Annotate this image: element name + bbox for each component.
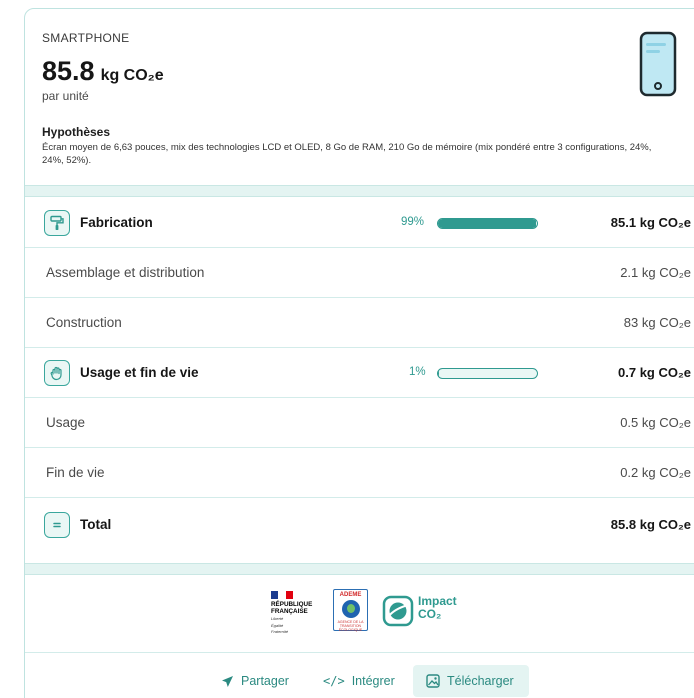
row-assemblage: Assemblage et distribution 2.1 kg CO₂e — [25, 248, 694, 298]
ademe-name: ADEME — [339, 592, 362, 598]
footprint-card: SMARTPHONE 85.8 kg CO₂e par unité Hypoth… — [24, 8, 694, 698]
rf-motto-1: Liberté — [271, 616, 284, 621]
equals-icon — [44, 512, 70, 538]
hypotheses-title: Hypothèses — [42, 125, 111, 139]
row-label: Fabrication — [80, 215, 153, 230]
hand-icon — [44, 360, 70, 386]
row-usage: Usage 0.5 kg CO₂e — [25, 398, 694, 448]
globe-icon — [341, 600, 360, 618]
row-value: 85.1 kg CO₂e — [610, 215, 691, 230]
row-total: Total 85.8 kg CO₂e — [25, 502, 694, 550]
row-label: Assemblage et distribution — [46, 265, 205, 280]
row-label: Total — [80, 517, 112, 532]
section-divider — [25, 563, 694, 575]
total-value: 85.8 — [42, 56, 95, 86]
partner-logos: RÉPUBLIQUE FRANÇAISE Liberté Égalité Fra… — [25, 575, 694, 653]
embed-button[interactable]: </> Intégrer — [310, 665, 408, 697]
row-value: 0.7 kg CO₂e — [618, 365, 691, 380]
republique-francaise-logo: RÉPUBLIQUE FRANÇAISE Liberté Égalité Fra… — [271, 591, 323, 634]
rf-motto-2: Égalité — [271, 622, 284, 628]
smartphone-icon — [639, 31, 677, 97]
download-button[interactable]: Télécharger — [413, 665, 529, 697]
total-footprint: 85.8 kg CO₂e — [42, 56, 164, 87]
rf-motto-3: Fraternité — [271, 629, 289, 634]
code-icon: </> — [323, 674, 345, 688]
row-fin-de-vie: Fin de vie 0.2 kg CO₂e — [25, 448, 694, 498]
row-percent: 1% — [409, 366, 426, 378]
row-fabrication: Fabrication 99% 85.1 kg CO₂e — [25, 198, 694, 248]
progress-bar — [437, 218, 538, 229]
progress-fill — [438, 369, 439, 378]
progress-fill — [438, 219, 536, 228]
total-unit: kg CO₂e — [100, 67, 164, 84]
impact-co2-logo-icon — [382, 595, 414, 627]
ademe-logo: ADEME AGENCE DE LA TRANSITION ÉCOLOGIQUE — [333, 589, 368, 632]
send-icon — [222, 675, 233, 687]
download-label: Télécharger — [447, 674, 514, 688]
row-label: Construction — [46, 315, 122, 330]
row-value: 0.2 kg CO₂e — [620, 465, 691, 480]
impact-line-2: CO₂ — [418, 607, 442, 621]
card-footer: Partager </> Intégrer Télécharger — [25, 653, 694, 698]
row-value: 85.8 kg CO₂e — [610, 517, 691, 532]
image-icon — [426, 674, 440, 688]
row-usage-fin-de-vie: Usage et fin de vie 1% 0.7 kg CO₂e — [25, 348, 694, 398]
device-category: SMARTPHONE — [42, 31, 130, 45]
section-divider — [25, 185, 694, 197]
rf-line-1: RÉPUBLIQUE — [271, 601, 313, 608]
row-label: Usage et fin de vie — [80, 365, 199, 380]
progress-bar — [437, 368, 538, 379]
hypotheses-text: Écran moyen de 6,63 pouces, mix des tech… — [42, 142, 652, 166]
paint-roller-icon — [44, 210, 70, 236]
row-label: Usage — [46, 415, 86, 430]
share-label: Partager — [241, 674, 289, 688]
card-header: SMARTPHONE 85.8 kg CO₂e par unité Hypoth… — [25, 9, 694, 185]
row-value: 83 kg CO₂e — [623, 315, 691, 330]
row-label: Fin de vie — [46, 465, 105, 480]
row-percent: 99% — [401, 216, 425, 228]
rf-line-2: FRANÇAISE — [271, 608, 308, 615]
row-value: 0.5 kg CO₂e — [620, 415, 691, 430]
row-value: 2.1 kg CO₂e — [620, 265, 691, 280]
ademe-tagline: AGENCE DE LA TRANSITION ÉCOLOGIQUE — [337, 620, 364, 632]
french-flag-icon — [271, 591, 293, 599]
per-unit-label: par unité — [42, 89, 89, 103]
share-button[interactable]: Partager — [208, 665, 302, 697]
row-construction: Construction 83 kg CO₂e — [25, 298, 694, 348]
embed-label: Intégrer — [351, 674, 395, 688]
impact-co2-wordmark: Impact CO₂ — [418, 595, 457, 621]
